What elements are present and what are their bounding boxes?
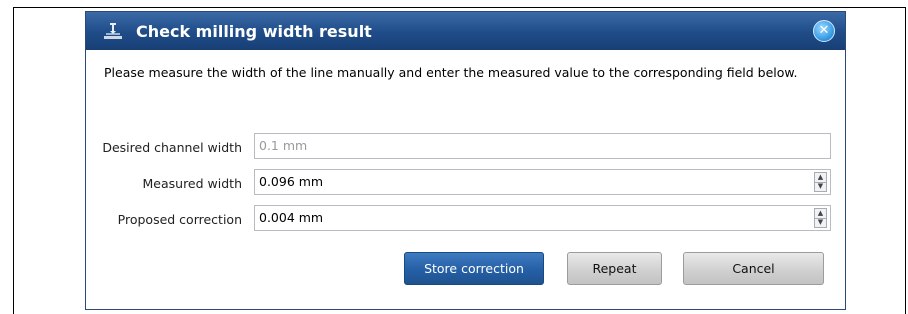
milling-tool-icon (102, 21, 124, 41)
measured-width-input[interactable]: 0.096 mm ▲ ▼ (254, 169, 831, 195)
proposed-correction-stepper[interactable]: ▲ ▼ (814, 208, 827, 228)
dialog-titlebar[interactable]: Check milling width result ✕ (86, 12, 845, 50)
measured-width-label: Measured width (142, 176, 243, 191)
frame-left-border (13, 7, 14, 314)
proposed-correction-input[interactable]: 0.004 mm ▲ ▼ (254, 205, 831, 231)
frame-top-border (13, 7, 906, 8)
proposed-correction-label: Proposed correction (117, 212, 242, 227)
repeat-button[interactable]: Repeat (567, 252, 662, 285)
store-correction-button[interactable]: Store correction (404, 252, 544, 285)
desired-width-field: 0.1 mm (254, 133, 831, 159)
spin-down-arrow-icon[interactable]: ▼ (815, 218, 826, 227)
desired-width-label: Desired channel width (102, 140, 242, 155)
desired-width-value: 0.1 mm (259, 138, 308, 153)
cancel-button[interactable]: Cancel (683, 252, 824, 285)
instruction-text: Please measure the width of the line man… (104, 65, 798, 80)
spin-down-arrow-icon[interactable]: ▼ (815, 182, 826, 191)
measured-width-stepper[interactable]: ▲ ▼ (814, 172, 827, 192)
frame-right-border (905, 7, 906, 314)
measured-width-value: 0.096 mm (259, 174, 324, 189)
proposed-correction-value: 0.004 mm (259, 210, 324, 225)
check-milling-dialog: Check milling width result ✕ Please meas… (85, 11, 846, 310)
close-icon[interactable]: ✕ (813, 20, 835, 42)
dialog-title: Check milling width result (136, 22, 372, 41)
